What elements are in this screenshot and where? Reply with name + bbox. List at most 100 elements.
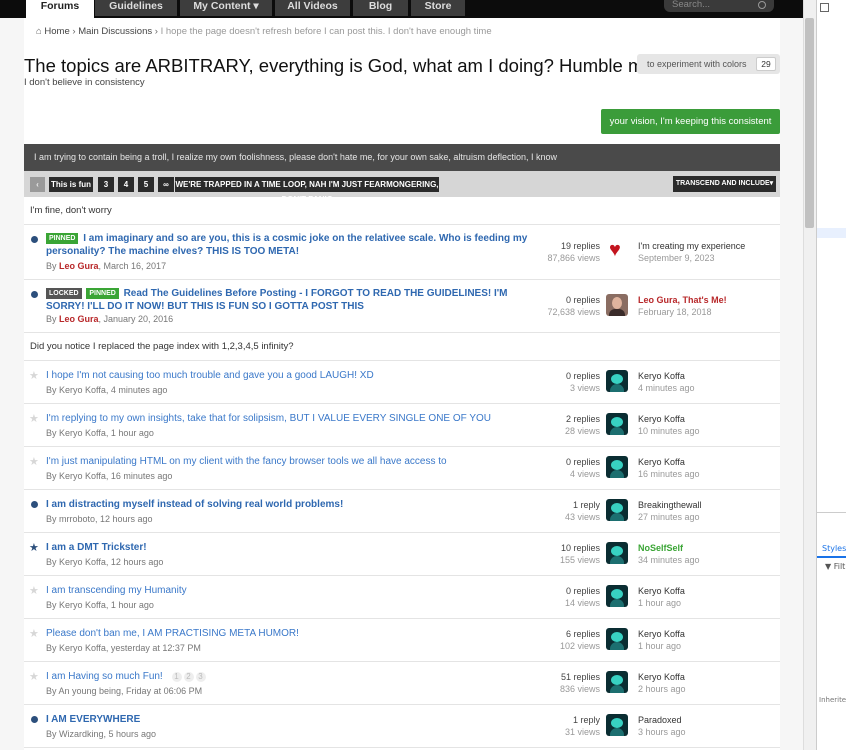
follow-button[interactable]: to experiment with colors 29 xyxy=(637,54,780,74)
current-page[interactable]: This is fun xyxy=(49,177,93,192)
topic-stats: 0 replies 4 views xyxy=(566,456,600,480)
scrollbar-thumb[interactable] xyxy=(805,18,814,228)
last-poster[interactable]: Breakingthewall xyxy=(638,499,702,511)
topic-title[interactable]: I am distracting myself instead of solvi… xyxy=(46,498,566,511)
topic-title[interactable]: I am transcending my Humanity xyxy=(46,584,566,597)
topic-row[interactable]: I AM EVERYWHERE By Wizardking, 5 hours a… xyxy=(24,705,780,748)
user-avatar[interactable] xyxy=(606,413,628,435)
last-post-time[interactable]: 16 minutes ago xyxy=(638,468,700,480)
topic-page-1[interactable]: 1 xyxy=(171,672,182,682)
topic-row[interactable]: PINNED I am imaginary and so are you, th… xyxy=(24,225,780,280)
breadcrumb-home[interactable]: Home xyxy=(44,26,69,37)
devtools-selected-node[interactable] xyxy=(817,228,846,238)
last-poster[interactable]: I'm creating my experience xyxy=(638,240,745,252)
last-poster[interactable]: NoSelfSelf xyxy=(638,542,700,554)
last-post-time[interactable]: February 18, 2018 xyxy=(638,306,727,318)
search-icon[interactable] xyxy=(758,1,766,9)
user-avatar[interactable] xyxy=(606,714,628,736)
page-4-link[interactable]: 4 xyxy=(118,177,134,192)
search-input[interactable]: Search... xyxy=(664,0,774,12)
start-new-topic-button[interactable]: your vision, I'm keeping this consistent xyxy=(601,109,780,134)
last-poster[interactable]: Leo Gura, That's Me! xyxy=(638,294,727,306)
nav-tab-my-content[interactable]: My Content ▾ xyxy=(180,0,272,16)
nav-tab-store[interactable]: Store xyxy=(411,0,465,16)
star-icon[interactable]: ★ xyxy=(29,629,39,640)
topic-row[interactable]: I am distracting myself instead of solvi… xyxy=(24,490,780,533)
topic-title[interactable]: I AM EVERYWHERE xyxy=(46,713,566,726)
page-infinity-link[interactable]: ∞ xyxy=(158,177,174,192)
last-poster[interactable]: Keryo Koffa xyxy=(638,585,685,597)
topic-title[interactable]: I hope I'm not causing too much trouble … xyxy=(46,369,566,382)
last-poster[interactable]: Keryo Koffa xyxy=(638,456,700,468)
last-post-time[interactable]: 27 minutes ago xyxy=(638,511,702,523)
topic-stats: 1 reply 43 views xyxy=(565,499,600,523)
star-icon[interactable]: ★ xyxy=(29,586,39,597)
page-5-link[interactable]: 5 xyxy=(138,177,154,192)
inspect-element-icon[interactable] xyxy=(820,3,829,12)
star-icon[interactable]: ★ xyxy=(29,371,39,382)
last-post-time[interactable]: 2 hours ago xyxy=(638,683,686,695)
user-avatar[interactable] xyxy=(606,585,628,607)
last-post-time[interactable]: 3 hours ago xyxy=(638,726,686,738)
last-post-time[interactable]: 1 hour ago xyxy=(638,640,685,652)
prev-page-button[interactable]: ‹ xyxy=(30,177,45,192)
last-poster[interactable]: Keryo Koffa xyxy=(638,370,695,382)
user-avatar[interactable] xyxy=(606,370,628,392)
last-poster[interactable]: Keryo Koffa xyxy=(638,413,700,425)
topic-author[interactable]: Leo Gura xyxy=(59,261,99,271)
heart-avatar[interactable] xyxy=(606,240,628,262)
last-poster[interactable]: Keryo Koffa xyxy=(638,628,685,640)
devtools-styles-tab[interactable]: Styles xyxy=(822,544,846,553)
topic-row[interactable]: ★ I'm just manipulating HTML on my clien… xyxy=(24,447,780,490)
topic-page-3[interactable]: 3 xyxy=(195,672,206,682)
last-post-info: Breakingthewall 27 minutes ago xyxy=(638,499,702,523)
star-icon[interactable]: ★ xyxy=(29,672,39,683)
star-icon[interactable]: ★ xyxy=(29,457,39,468)
last-post-time[interactable]: 1 hour ago xyxy=(638,597,685,609)
last-poster[interactable]: Keryo Koffa xyxy=(638,671,686,683)
last-poster[interactable]: Paradoxed xyxy=(638,714,686,726)
nav-tab-guidelines[interactable]: Guidelines xyxy=(95,0,177,16)
topic-title[interactable]: PINNED I am imaginary and so are you, th… xyxy=(46,232,566,258)
user-avatar[interactable] xyxy=(606,542,628,564)
page-3-link[interactable]: 3 xyxy=(98,177,114,192)
nav-tab-forums[interactable]: Forums xyxy=(26,0,94,18)
user-avatar[interactable] xyxy=(606,671,628,693)
last-page-link[interactable]: WE'RE TRAPPED IN A TIME LOOP, NAH I'M JU… xyxy=(175,177,439,204)
user-avatar[interactable] xyxy=(606,628,628,650)
photo-avatar[interactable] xyxy=(606,294,628,316)
topic-title[interactable]: Please don't ban me, I AM PRACTISING MET… xyxy=(46,627,566,640)
last-post-time[interactable]: September 9, 2023 xyxy=(638,252,745,264)
devtools-panel: Styles ▼ Filt Inherited xyxy=(816,0,846,750)
user-avatar[interactable] xyxy=(606,499,628,521)
topic-row[interactable]: ★ I'm replying to my own insights, take … xyxy=(24,404,780,447)
breadcrumb-main-discussions[interactable]: Main Discussions xyxy=(78,26,152,37)
topic-title[interactable]: I'm just manipulating HTML on my client … xyxy=(46,455,566,468)
nav-tab-blog[interactable]: Blog xyxy=(353,0,408,16)
user-avatar[interactable] xyxy=(606,456,628,478)
topic-title[interactable]: I am a DMT Trickster! xyxy=(46,541,566,554)
topic-author[interactable]: Leo Gura xyxy=(59,314,99,324)
nav-tab-all-videos[interactable]: All Videos xyxy=(275,0,350,16)
topic-meta: By mrroboto, 12 hours ago xyxy=(46,514,153,524)
topic-row[interactable]: LOCKED PINNED Read The Guidelines Before… xyxy=(24,280,780,333)
topic-row[interactable]: ★ I am transcending my Humanity By Keryo… xyxy=(24,576,780,619)
topic-title[interactable]: I'm replying to my own insights, take th… xyxy=(46,412,566,425)
topic-title[interactable]: I am Having so much Fun! 123 xyxy=(46,670,566,683)
last-post-time[interactable]: 10 minutes ago xyxy=(638,425,700,437)
topic-page-2[interactable]: 2 xyxy=(183,672,194,682)
devtools-tab-underline xyxy=(817,556,846,558)
topic-row[interactable]: ★ I am Having so much Fun! 123 By An you… xyxy=(24,662,780,705)
star-icon[interactable]: ★ xyxy=(29,414,39,425)
view-count: 102 views xyxy=(559,641,600,651)
topic-row[interactable]: ★ Please don't ban me, I AM PRACTISING M… xyxy=(24,619,780,662)
topic-row[interactable]: ★ I am a DMT Trickster! By Keryo Koffa, … xyxy=(24,533,780,576)
sort-dropdown[interactable]: TRANSCEND AND INCLUDE▾ xyxy=(673,176,776,192)
topic-stats: 10 replies 155 views xyxy=(560,542,600,566)
topic-title[interactable]: LOCKED PINNED Read The Guidelines Before… xyxy=(46,287,536,313)
last-post-time[interactable]: 34 minutes ago xyxy=(638,554,700,566)
devtools-filter-input[interactable]: ▼ Filt xyxy=(825,562,845,571)
star-icon[interactable]: ★ xyxy=(29,543,39,554)
topic-row[interactable]: ★ I hope I'm not causing too much troubl… xyxy=(24,361,780,404)
last-post-time[interactable]: 4 minutes ago xyxy=(638,382,695,394)
